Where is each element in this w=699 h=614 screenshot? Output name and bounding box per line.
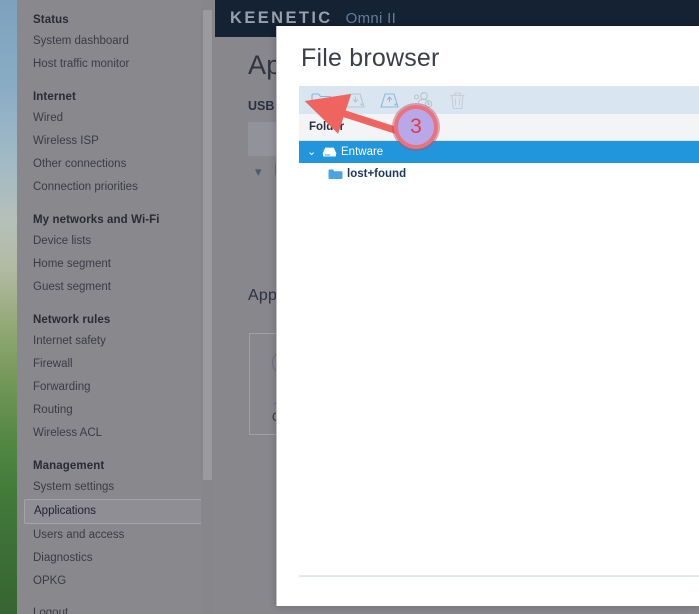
sidebar-scrollbar-track[interactable] bbox=[201, 0, 214, 614]
sidebar-group-spacer bbox=[17, 445, 215, 454]
sidebar-item-diagnostics[interactable]: Diagnostics bbox=[17, 547, 215, 570]
sidebar-group-title: Internet bbox=[33, 91, 76, 103]
sidebar-item-forwarding[interactable]: Forwarding bbox=[17, 376, 215, 399]
sidebar-item-wireless-isp[interactable]: Wireless ISP bbox=[17, 130, 215, 153]
tree-row-label: lost+found bbox=[347, 168, 407, 180]
sidebar-item-applications[interactable]: Applications bbox=[24, 499, 208, 524]
column-header-folder: Folder bbox=[309, 121, 345, 133]
delete-icon[interactable] bbox=[445, 89, 469, 111]
chevron-down-icon[interactable]: ⌄ bbox=[307, 146, 322, 158]
sidebar-item-opkg[interactable]: OPKG bbox=[17, 570, 215, 593]
sidebar-group-spacer bbox=[17, 199, 215, 208]
sidebar-item-internet-safety[interactable]: Internet safety bbox=[17, 330, 215, 353]
sidebar-item-host-traffic-monitor[interactable]: Host traffic monitor bbox=[17, 53, 215, 76]
sidebar-item-system-settings[interactable]: System settings bbox=[17, 476, 215, 499]
permissions-icon[interactable] bbox=[411, 89, 435, 111]
sidebar[interactable]: Status System dashboard Host traffic monit… bbox=[17, 0, 215, 614]
sidebar-item-system-dashboard[interactable]: System dashboard bbox=[17, 30, 215, 53]
new-folder-icon[interactable] bbox=[309, 89, 333, 111]
sidebar-item-logout[interactable]: Logout bbox=[17, 602, 215, 614]
upload-icon[interactable] bbox=[377, 89, 401, 111]
sidebar-item-routing[interactable]: Routing bbox=[17, 399, 215, 422]
dialog-footer-divider bbox=[299, 575, 699, 577]
sidebar-item-firewall[interactable]: Firewall bbox=[17, 353, 215, 376]
drive-icon bbox=[322, 146, 341, 158]
sidebar-item-device-lists[interactable]: Device lists bbox=[17, 230, 215, 253]
sidebar-group-title: Network rules bbox=[33, 314, 111, 326]
sidebar-item-guest-segment[interactable]: Guest segment bbox=[17, 276, 215, 299]
sidebar-group-title: Management bbox=[33, 460, 105, 472]
folder-icon bbox=[328, 168, 347, 180]
file-browser-column-header: Folder bbox=[299, 114, 699, 141]
tree-row-label: Entware bbox=[341, 146, 384, 158]
background-usb-label: USB bbox=[248, 99, 275, 113]
background-chevron-down-icon: ▾ bbox=[255, 164, 262, 179]
sidebar-item-connection-priorities[interactable]: Connection priorities bbox=[17, 176, 215, 199]
tree-row-entware[interactable]: ⌄ Entware bbox=[299, 141, 699, 163]
download-icon[interactable] bbox=[343, 89, 367, 111]
device-model-label: Omni II bbox=[345, 10, 397, 27]
sidebar-group-spacer bbox=[17, 76, 215, 85]
sidebar-item-home-segment[interactable]: Home segment bbox=[17, 253, 215, 276]
dialog-title: File browser bbox=[301, 44, 440, 72]
sidebar-item-wireless-acl[interactable]: Wireless ACL bbox=[17, 422, 215, 445]
sidebar-item-users-and-access[interactable]: Users and access bbox=[17, 524, 215, 547]
file-browser-toolbar bbox=[299, 86, 699, 114]
sidebar-scrollbar-thumb[interactable] bbox=[203, 10, 212, 480]
sidebar-item-other-connections[interactable]: Other connections bbox=[17, 153, 215, 176]
tree-row-lost-found[interactable]: lost+found bbox=[299, 163, 699, 185]
screenshot-root: Ap USB ▾ ( Appl Op StatusSystem dashboar… bbox=[0, 0, 699, 614]
sidebar-group-title: Status bbox=[33, 14, 69, 26]
sidebar-group-spacer bbox=[17, 593, 215, 602]
desktop-background-strip bbox=[0, 0, 18, 614]
sidebar-item-wired[interactable]: Wired bbox=[17, 107, 215, 130]
file-browser-dialog: File browser Folder ⌄ Entware lost+found bbox=[276, 26, 699, 606]
sidebar-group-title: My networks and Wi-Fi bbox=[33, 214, 160, 226]
sidebar-group-spacer bbox=[17, 299, 215, 308]
